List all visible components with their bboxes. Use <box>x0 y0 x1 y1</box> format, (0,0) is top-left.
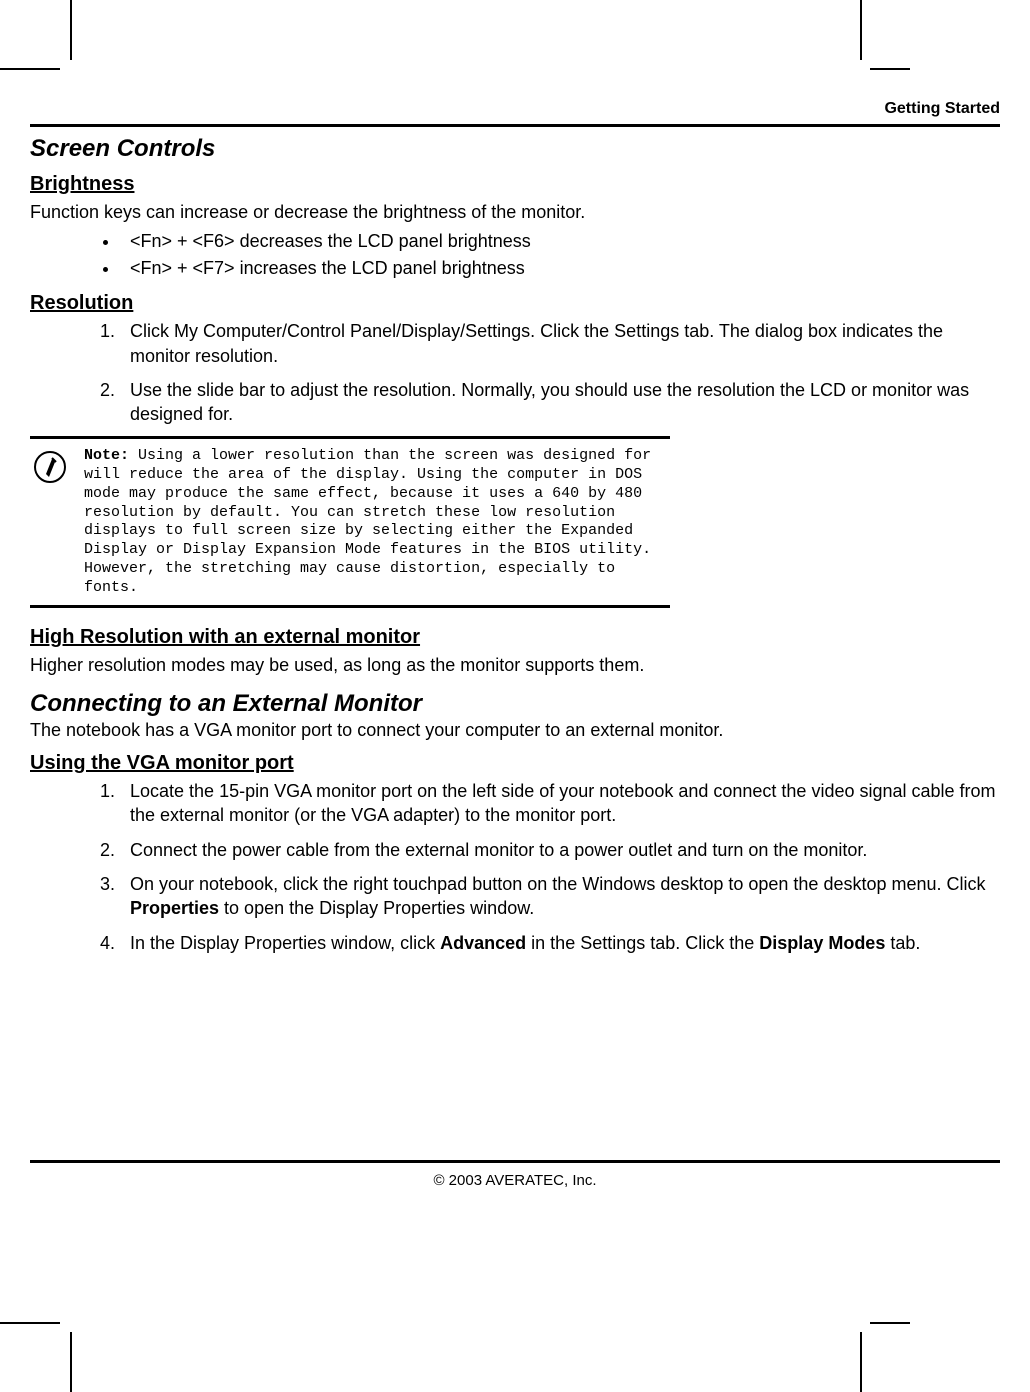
list-item: Connect the power cable from the externa… <box>120 838 1000 862</box>
step3-part-c: to open the Display Properties window. <box>219 898 534 918</box>
vga-steps: Locate the 15-pin VGA monitor port on th… <box>120 779 1000 955</box>
step3-part-a: On your notebook, click the right touchp… <box>130 874 986 894</box>
note-label: Note: <box>84 447 129 464</box>
step3-bold-properties: Properties <box>130 898 219 918</box>
brightness-list: <Fn> + <F6> decreases the LCD panel brig… <box>120 228 1000 282</box>
step4-bold-advanced: Advanced <box>440 933 526 953</box>
subsection-brightness: Brightness <box>30 173 1000 196</box>
crop-mark <box>860 1332 862 1392</box>
section-title-external-monitor: Connecting to an External Monitor <box>30 690 1000 718</box>
section-title-screen-controls: Screen Controls <box>30 135 1000 163</box>
subsection-high-res: High Resolution with an external monitor <box>30 626 1000 649</box>
crop-mark <box>70 0 72 60</box>
step4-bold-display-modes: Display Modes <box>759 933 885 953</box>
list-item: Use the slide bar to adjust the resoluti… <box>120 378 1000 427</box>
footer-rule <box>30 1160 1000 1163</box>
header-rule <box>30 124 1000 127</box>
brightness-intro: Function keys can increase or decrease t… <box>30 200 1000 224</box>
list-item: On your notebook, click the right touchp… <box>120 872 1000 921</box>
resolution-steps: Click My Computer/Control Panel/Display/… <box>120 319 1000 426</box>
crop-mark <box>870 1322 910 1324</box>
subsection-resolution: Resolution <box>30 292 1000 315</box>
header-section-label: Getting Started <box>30 100 1000 118</box>
high-res-text: Higher resolution modes may be used, as … <box>30 653 1000 677</box>
step4-part-a: In the Display Properties window, click <box>130 933 440 953</box>
note-text: Note: Using a lower resolution than the … <box>84 447 670 597</box>
crop-mark <box>70 1332 72 1392</box>
footer-copyright: © 2003 AVERATEC, Inc. <box>0 1172 1030 1189</box>
crop-mark <box>860 0 862 60</box>
note-box: Note: Using a lower resolution than the … <box>30 436 670 608</box>
list-item: Locate the 15-pin VGA monitor port on th… <box>120 779 1000 828</box>
note-body: Using a lower resolution than the screen… <box>84 447 651 595</box>
pen-note-icon <box>30 447 70 485</box>
list-item: In the Display Properties window, click … <box>120 931 1000 955</box>
list-item: Click My Computer/Control Panel/Display/… <box>120 319 1000 368</box>
list-item: <Fn> + <F7> increases the LCD panel brig… <box>120 255 1000 282</box>
step4-part-c: in the Settings tab. Click the <box>526 933 759 953</box>
subsection-vga-port: Using the VGA monitor port <box>30 752 1000 775</box>
crop-mark <box>870 68 910 70</box>
step4-part-e: tab. <box>885 933 920 953</box>
crop-mark <box>0 1322 60 1324</box>
list-item: <Fn> + <F6> decreases the LCD panel brig… <box>120 228 1000 255</box>
external-monitor-intro: The notebook has a VGA monitor port to c… <box>30 718 1000 742</box>
crop-mark <box>0 68 60 70</box>
